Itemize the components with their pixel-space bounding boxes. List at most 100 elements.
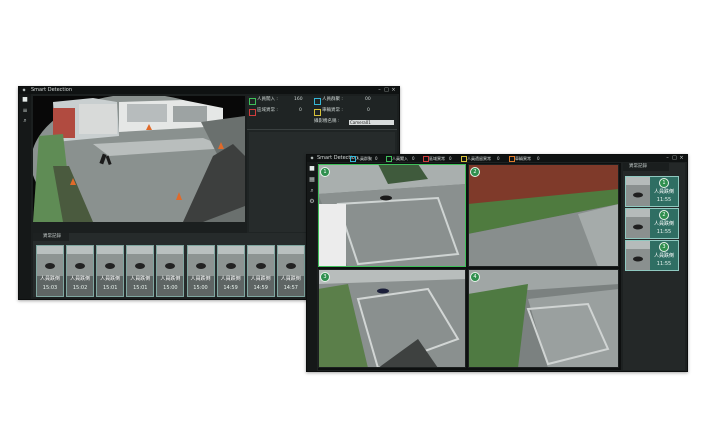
event-snapshot-image bbox=[37, 246, 63, 276]
settings-icon[interactable]: ⚙ bbox=[309, 199, 315, 205]
event-time-label: 15:01 bbox=[133, 285, 148, 291]
camera-tile-3[interactable]: 3 bbox=[318, 269, 466, 368]
event-time-label: 14:59 bbox=[253, 285, 268, 291]
event-time-label: 15:01 bbox=[102, 285, 118, 291]
grid-icon[interactable]: ▦ bbox=[309, 177, 315, 183]
event-thumbnail[interactable]: 1 人員跌倒 11:55 bbox=[625, 176, 679, 207]
crowd-tab-label[interactable]: 人員群聚 bbox=[356, 155, 372, 162]
crowd-tab-count: 0 bbox=[375, 156, 378, 161]
vehicle-value: 0 bbox=[367, 108, 370, 113]
area-tab-count: 0 bbox=[449, 156, 452, 161]
event-snapshot-image bbox=[127, 246, 154, 276]
minimize-button[interactable]: – bbox=[377, 88, 382, 93]
intrusion-legend-icon bbox=[249, 98, 256, 105]
close-button[interactable]: × bbox=[679, 156, 684, 161]
event-number-badge: 1 bbox=[659, 178, 669, 188]
event-time-label: 15:03 bbox=[42, 285, 58, 291]
event-type-label: 人員跌倒 bbox=[653, 221, 674, 227]
event-log-title: 異常記錄 bbox=[43, 234, 61, 239]
event-snapshot-image bbox=[626, 209, 650, 238]
intrusion-label: 人員闖入 : bbox=[257, 97, 278, 102]
event-snapshot-image bbox=[67, 246, 94, 276]
area-tab-label[interactable]: 區域異常 bbox=[429, 155, 445, 162]
app-logo-icon: ◆ bbox=[310, 155, 314, 160]
event-type-label: 人員跌倒 bbox=[160, 276, 181, 282]
camera-name-label: 攝影機名稱 : bbox=[314, 119, 340, 124]
search-icon[interactable]: ⌕ bbox=[22, 118, 28, 124]
event-snapshot-image bbox=[97, 246, 124, 276]
main-camera-view[interactable] bbox=[33, 96, 245, 222]
event-snapshot-image bbox=[217, 246, 244, 276]
vehicle-label: 車輛異常 : bbox=[322, 108, 343, 113]
event-time-label: 15:00 bbox=[193, 285, 208, 291]
area-label: 區域異常 : bbox=[257, 108, 278, 113]
window-title: Smart Detection bbox=[31, 87, 73, 93]
event-time-label: 15:02 bbox=[72, 285, 88, 291]
event-log-tab: 異常記錄 bbox=[623, 163, 669, 171]
event-number-badge: 3 bbox=[659, 242, 669, 252]
event-type-label: 人員跌倒 bbox=[280, 276, 301, 282]
app-logo-icon: ◆ bbox=[22, 87, 26, 92]
event-time-label: 14:57 bbox=[283, 285, 298, 291]
camera-selection-border bbox=[468, 269, 619, 368]
event-thumbnail[interactable]: 人員跌倒 14:59 bbox=[216, 245, 245, 297]
search-icon[interactable]: ⌕ bbox=[309, 188, 315, 194]
vehicle-tab-count: 0 bbox=[537, 156, 540, 161]
intrusion-tab-count: 0 bbox=[412, 156, 415, 161]
camera-selection-border bbox=[318, 269, 466, 368]
event-snapshot-image bbox=[277, 246, 304, 276]
event-type-label: 人員跌倒 bbox=[653, 189, 674, 195]
crowd-value: 00 bbox=[365, 97, 371, 102]
intrusion-tab-label[interactable]: 人員闖入 bbox=[392, 155, 408, 162]
camera-name-field[interactable]: Camera01 bbox=[349, 120, 394, 125]
event-type-label: 人員跌倒 bbox=[100, 276, 121, 282]
event-time-label: 11:55 bbox=[656, 197, 672, 203]
event-type-label: 人員跌倒 bbox=[250, 276, 271, 282]
crowd-label: 人員群聚 : bbox=[322, 97, 343, 102]
event-type-label: 人員跌倒 bbox=[220, 276, 241, 282]
left-object-tab-label[interactable]: 人員遺留異常 bbox=[467, 155, 491, 162]
event-thumbnail[interactable]: 3 人員跌倒 11:55 bbox=[625, 240, 679, 271]
event-thumbnail[interactable]: 人員跌倒 15:01 bbox=[96, 245, 125, 297]
minimize-button[interactable]: – bbox=[665, 156, 670, 161]
side-toolbar: ■ ≡ ⌕ bbox=[19, 94, 31, 299]
close-button[interactable]: × bbox=[391, 88, 396, 93]
event-time-label: 11:55 bbox=[656, 229, 672, 235]
event-thumbnail[interactable]: 人員跌倒 15:02 bbox=[66, 245, 95, 297]
vehicle-tab-label[interactable]: 車輛異常 bbox=[515, 155, 531, 162]
event-thumbnail[interactable]: 人員跌倒 14:57 bbox=[276, 245, 305, 297]
event-log-title: 異常記錄 bbox=[629, 164, 647, 169]
event-snapshot-image bbox=[247, 246, 274, 276]
event-type-label: 人員跌倒 bbox=[39, 276, 60, 282]
event-snapshot-image bbox=[157, 246, 184, 276]
event-time-label: 14:59 bbox=[223, 285, 238, 291]
area-legend-icon bbox=[249, 109, 256, 116]
camera-selection-border bbox=[468, 164, 619, 267]
vehicle-legend-icon bbox=[314, 109, 321, 116]
maximize-button[interactable]: □ bbox=[672, 156, 677, 161]
event-thumbnail[interactable]: 人員跌倒 15:00 bbox=[156, 245, 185, 297]
camera-tile-4[interactable]: 4 bbox=[468, 269, 619, 368]
event-thumbnail[interactable]: 2 人員跌倒 11:55 bbox=[625, 208, 679, 239]
event-snapshot-image bbox=[626, 177, 650, 206]
event-thumbnail[interactable]: 人員跌倒 14:59 bbox=[246, 245, 275, 297]
list-icon[interactable]: ≡ bbox=[22, 108, 28, 114]
camera-tile-2[interactable]: 2 bbox=[468, 164, 619, 267]
camera-icon[interactable]: ■ bbox=[22, 97, 28, 103]
event-thumbnail[interactable]: 人員跌倒 15:01 bbox=[126, 245, 155, 297]
event-time-label: 15:00 bbox=[163, 285, 178, 291]
camera-tile-1[interactable]: 1 bbox=[318, 164, 466, 267]
event-time-label: 11:55 bbox=[656, 261, 672, 267]
event-thumbnail[interactable]: 人員跌倒 15:03 bbox=[36, 245, 64, 297]
event-type-label: 人員跌倒 bbox=[653, 253, 674, 259]
intrusion-value: 160 bbox=[294, 97, 303, 102]
event-thumbnail[interactable]: 人員跌倒 15:00 bbox=[186, 245, 215, 297]
event-log-tab: 異常記錄 bbox=[33, 233, 69, 241]
camera-selection-border bbox=[318, 164, 466, 267]
event-number-badge: 2 bbox=[659, 210, 669, 220]
crowd-legend-icon bbox=[314, 98, 321, 105]
event-type-label: 人員跌倒 bbox=[130, 276, 151, 282]
camera-icon[interactable]: ■ bbox=[309, 166, 315, 172]
event-snapshot-image bbox=[187, 246, 214, 276]
maximize-button[interactable]: □ bbox=[384, 88, 389, 93]
